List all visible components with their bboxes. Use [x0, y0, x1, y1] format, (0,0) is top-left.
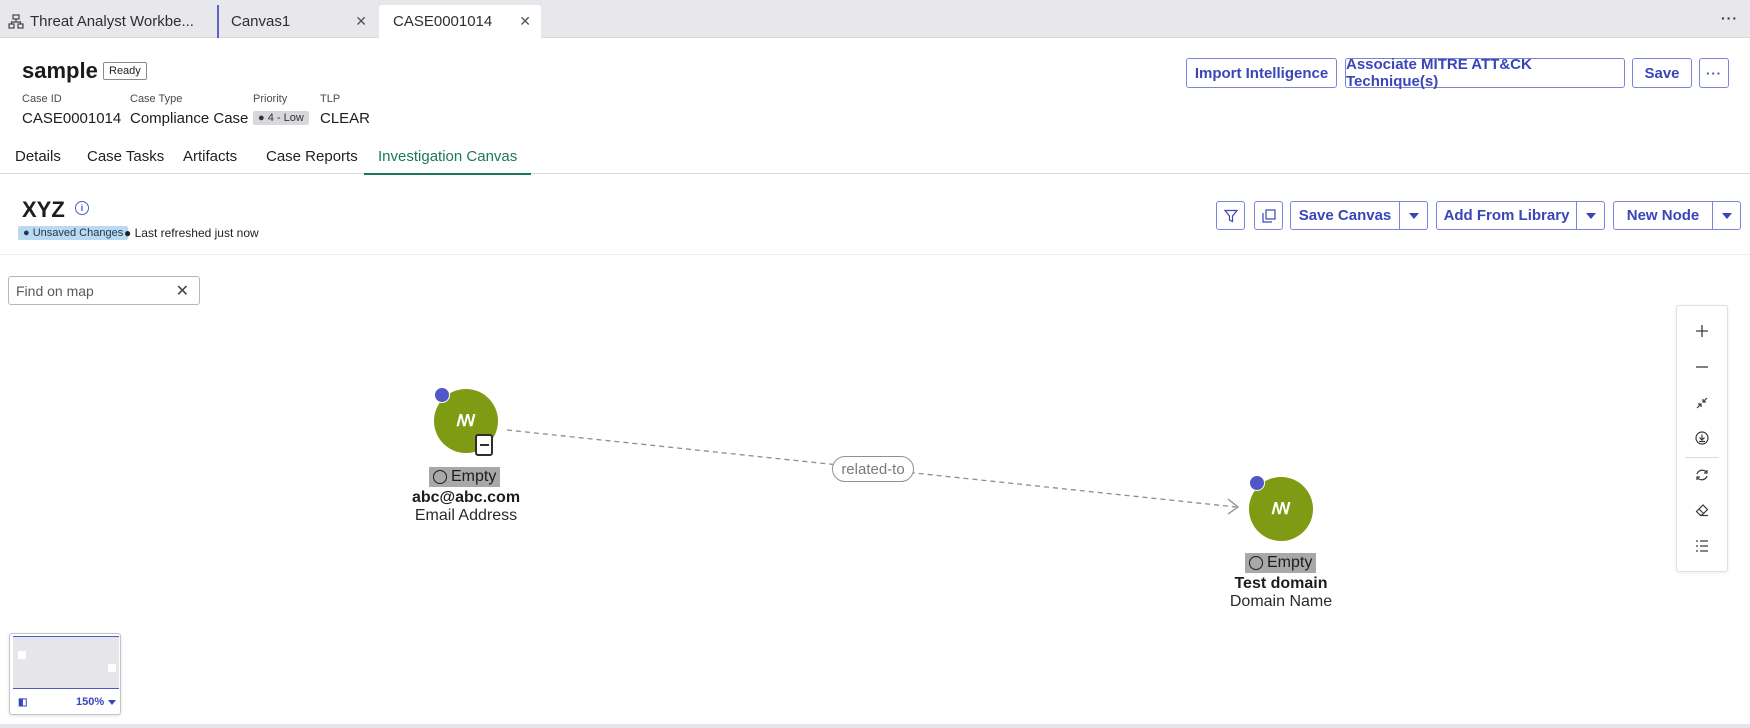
node-status-chip: Empty — [429, 467, 501, 487]
bottom-border — [0, 724, 1750, 728]
info-icon[interactable]: i — [75, 201, 89, 215]
tab-investigation-canvas[interactable]: Investigation Canvas — [363, 148, 532, 175]
case-section-tabs: Details Case Tasks Artifacts Case Report… — [0, 148, 1750, 175]
minimap-viewport[interactable] — [13, 636, 119, 689]
case-type-value: Compliance Case — [130, 110, 249, 127]
node-name: Test domain — [1234, 575, 1328, 592]
tab-threat-analyst-workbench[interactable]: Threat Analyst Workbe... — [8, 5, 218, 38]
chevron-down-icon — [1721, 212, 1732, 219]
download-icon[interactable] — [1677, 423, 1727, 453]
binoculars-icon: ꟿ — [456, 413, 476, 430]
copy-layers-icon — [1261, 208, 1276, 223]
minimap-node — [108, 664, 116, 672]
filter-icon — [1223, 209, 1238, 222]
legend-list-icon[interactable] — [1677, 531, 1727, 561]
node-type: Domain Name — [1229, 593, 1333, 610]
save-canvas-dropdown[interactable] — [1399, 201, 1428, 230]
find-on-map-input[interactable] — [16, 282, 176, 299]
tab-label: CASE0001014 — [393, 13, 493, 30]
tab-canvas1[interactable]: Canvas1 ✕ — [217, 5, 377, 38]
last-refreshed-status: ● Last refreshed just now — [124, 226, 259, 240]
toolbar-divider — [1685, 457, 1719, 458]
status-badge: Ready — [103, 62, 147, 80]
chevron-down-icon — [1585, 212, 1596, 219]
chevron-down-icon — [108, 699, 117, 705]
node-status: Empty — [1267, 554, 1313, 571]
chevron-down-icon — [1408, 212, 1419, 219]
minimap-node — [18, 651, 26, 659]
zoom-out-icon[interactable] — [1677, 352, 1727, 382]
save-canvas-button[interactable]: Save Canvas — [1290, 201, 1400, 230]
case-type-field: Case Type Compliance Case — [130, 93, 248, 127]
node-name: abc@abc.com — [411, 489, 521, 506]
add-from-library-dropdown[interactable] — [1576, 201, 1605, 230]
eraser-icon[interactable] — [1677, 495, 1727, 525]
tab-details[interactable]: Details — [15, 148, 61, 174]
filter-button[interactable] — [1216, 201, 1245, 230]
status-circle-icon — [1249, 556, 1263, 570]
more-actions-button[interactable]: ··· — [1699, 58, 1729, 88]
canvas-title: XYZ — [22, 197, 65, 222]
unsaved-changes-badge: ● Unsaved Changes — [18, 226, 129, 240]
node-selection-dot[interactable] — [1249, 475, 1265, 491]
minimap[interactable]: ◧ 150% — [9, 633, 121, 715]
case-id-label: Case ID — [22, 93, 62, 105]
tab-label: Threat Analyst Workbe... — [30, 13, 194, 30]
node-status: Empty — [451, 468, 497, 485]
browser-tab-strip: Threat Analyst Workbe... Canvas1 ✕ CASE0… — [0, 0, 1750, 38]
associate-mitre-button[interactable]: Associate MITRE ATT&CK Technique(s) — [1345, 56, 1625, 90]
tab-label: Canvas1 — [231, 13, 291, 30]
tab-case-tasks[interactable]: Case Tasks — [87, 148, 164, 174]
minimap-toggle-icon[interactable]: ◧ — [18, 697, 27, 708]
tlp-label: TLP — [320, 93, 341, 105]
priority-value: 4 - Low — [267, 112, 304, 124]
divider — [0, 254, 1750, 255]
tabs-overflow-menu-icon[interactable]: ··· — [1721, 10, 1738, 26]
find-on-map-field[interactable]: ✕ — [8, 276, 200, 305]
case-title: sample — [22, 58, 98, 83]
map-toolbar — [1676, 305, 1728, 572]
node-status-chip: Empty — [1245, 553, 1317, 573]
import-intelligence-button[interactable]: Import Intelligence — [1186, 58, 1337, 88]
priority-badge: ● 4 - Low — [253, 111, 309, 125]
case-id-value: CASE0001014 — [22, 110, 122, 127]
collapse-node-button[interactable] — [475, 434, 493, 456]
add-from-library-button[interactable]: Add From Library — [1436, 201, 1577, 230]
fit-to-screen-icon[interactable] — [1677, 388, 1727, 418]
tab-case0001014[interactable]: CASE0001014 ✕ — [379, 5, 541, 38]
priority-field: Priority ● 4 - Low — [253, 93, 309, 126]
refresh-icon[interactable] — [1677, 460, 1727, 490]
tab-case-reports[interactable]: Case Reports — [266, 148, 358, 174]
binoculars-icon: ꟿ — [1271, 501, 1291, 518]
save-button[interactable]: Save — [1632, 58, 1692, 88]
node-type: Email Address — [414, 507, 518, 524]
case-type-label: Case Type — [130, 93, 183, 105]
close-icon[interactable]: ✕ — [519, 13, 531, 30]
node-selection-dot[interactable] — [434, 387, 450, 403]
priority-label: Priority — [253, 93, 288, 105]
refreshed-label: Last refreshed just now — [134, 226, 259, 240]
workflow-icon — [8, 13, 24, 29]
zoom-level-value: 150% — [76, 696, 105, 708]
copy-canvas-button[interactable] — [1254, 201, 1283, 230]
clear-icon[interactable]: ✕ — [176, 281, 189, 301]
tab-artifacts[interactable]: Artifacts — [183, 148, 237, 174]
status-circle-icon — [433, 470, 447, 484]
tlp-link[interactable]: CLEAR — [320, 110, 370, 127]
new-node-dropdown[interactable] — [1712, 201, 1741, 230]
case-id-field: Case ID CASE0001014 — [22, 93, 121, 127]
zoom-level-select[interactable]: 150% — [76, 696, 117, 708]
close-icon[interactable]: ✕ — [355, 13, 367, 30]
unsaved-label: Unsaved Changes — [32, 227, 124, 239]
zoom-in-icon[interactable] — [1677, 316, 1727, 346]
new-node-button[interactable]: New Node — [1613, 201, 1713, 230]
edge-label[interactable]: related-to — [832, 456, 914, 482]
tlp-field: TLP CLEAR — [320, 93, 370, 127]
